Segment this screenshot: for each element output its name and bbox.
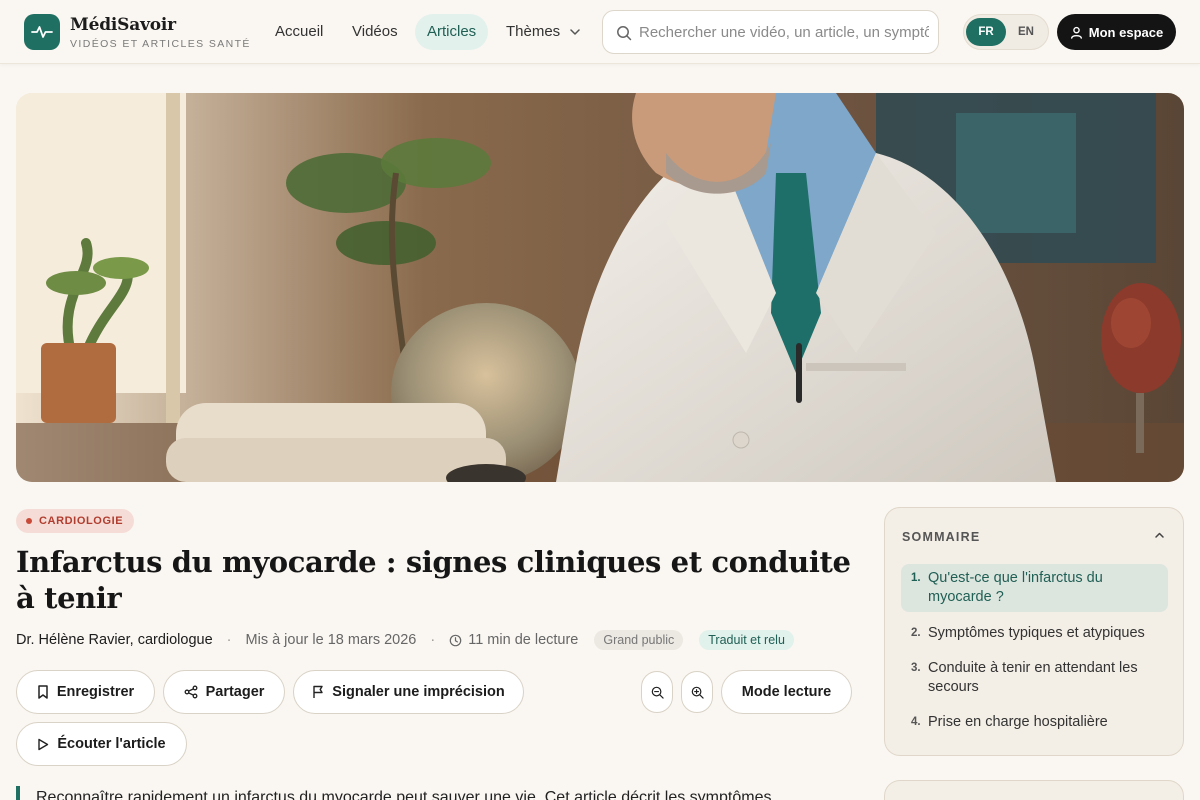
- toc-item-number: 1.: [911, 572, 921, 584]
- table-of-contents: SOMMAIRE 1. Qu'est-ce que l'infarctus du…: [884, 507, 1184, 756]
- updated-date: Mis à jour le 18 mars 2026: [245, 632, 417, 648]
- toc-item-number: 4.: [911, 716, 921, 728]
- search-input[interactable]: [639, 11, 929, 53]
- toc-item[interactable]: 2. Symptômes typiques et atypiques: [901, 619, 1168, 648]
- toc-item-number: 3.: [911, 662, 921, 674]
- nav-themes[interactable]: Thèmes: [494, 14, 592, 50]
- toc-heading: SOMMAIRE: [902, 530, 981, 544]
- bookmark-icon: [38, 685, 48, 699]
- category-label: CARDIOLOGIE: [39, 515, 124, 527]
- nav-videos[interactable]: Vidéos: [340, 14, 410, 50]
- article-title: Infarctus du myocarde : signes cliniques…: [16, 545, 851, 615]
- zoom-out-button[interactable]: [641, 671, 673, 713]
- brand-name[interactable]: MédiSavoir: [70, 15, 176, 35]
- toc-item-label: Symptômes typiques et atypiques: [928, 625, 1145, 641]
- user-icon: [1070, 26, 1082, 39]
- toc-item-label: Prise en charge hospitalière: [928, 714, 1108, 730]
- listen-button[interactable]: Écouter l'article: [16, 722, 187, 766]
- zoom-in-icon: [691, 686, 704, 699]
- report-button[interactable]: Signaler une imprécision: [293, 670, 524, 714]
- audience-pill: Grand public: [594, 630, 684, 650]
- top-header: MédiSavoir Vidéos et articles santé Accu…: [0, 0, 1200, 64]
- meta-separator: ·: [430, 632, 436, 648]
- nav-themes-label: Thèmes: [506, 23, 561, 40]
- article-intro: Reconnaître rapidement un infarctus du m…: [16, 786, 856, 800]
- hero-image: [16, 93, 1184, 482]
- category-dot: [26, 518, 32, 524]
- lang-en[interactable]: EN: [1006, 18, 1046, 46]
- account-button[interactable]: Mon espace: [1057, 14, 1176, 50]
- reading-mode-button[interactable]: Mode lecture: [721, 670, 852, 714]
- toc-item-label: Conduite à tenir en attendant les secour…: [928, 660, 1138, 695]
- author-name[interactable]: Dr. Hélène Ravier, cardiologue: [16, 632, 213, 648]
- save-label: Enregistrer: [56, 684, 135, 700]
- account-label: Mon espace: [1088, 24, 1164, 40]
- nav-articles[interactable]: Articles: [415, 14, 489, 50]
- play-icon: [38, 738, 49, 750]
- article-meta: Dr. Hélène Ravier, cardiologue · Mis à j…: [16, 629, 794, 651]
- toc-item-label: Qu'est-ce que l'infarctus du myocarde ?: [928, 570, 1103, 605]
- search-icon: [617, 26, 632, 41]
- flag-icon: [313, 685, 323, 698]
- zoom-in-button[interactable]: [681, 671, 713, 713]
- language-switch[interactable]: FR EN: [963, 14, 1049, 50]
- chevron-down-icon: [570, 29, 581, 35]
- toc-item[interactable]: 1. Qu'est-ce que l'infarctus du myocarde…: [901, 564, 1168, 612]
- sidebar-card: [884, 780, 1184, 800]
- share-label: Partager: [205, 684, 265, 700]
- nav-accueil[interactable]: Accueil: [263, 14, 335, 50]
- share-icon: [184, 685, 198, 699]
- translation-pill: Traduit et relu: [699, 630, 794, 650]
- toc-item[interactable]: 4. Prise en charge hospitalière: [901, 708, 1168, 737]
- lang-fr[interactable]: FR: [966, 18, 1006, 46]
- save-button[interactable]: Enregistrer: [16, 670, 155, 714]
- reading-time: 11 min de lecture: [449, 632, 578, 648]
- listen-label: Écouter l'article: [57, 736, 166, 752]
- clock-icon: [449, 634, 462, 646]
- meta-separator: ·: [226, 632, 232, 648]
- reading-time-label: 11 min de lecture: [468, 632, 579, 648]
- toc-item-number: 2.: [911, 627, 921, 639]
- logo-icon[interactable]: [24, 14, 60, 50]
- zoom-out-icon: [651, 686, 664, 699]
- report-label: Signaler une imprécision: [332, 684, 505, 700]
- chevron-up-icon[interactable]: [1154, 530, 1165, 541]
- toc-item[interactable]: 3. Conduite à tenir en attendant les sec…: [901, 654, 1168, 702]
- category-badge[interactable]: CARDIOLOGIE: [16, 509, 135, 533]
- search-box[interactable]: [602, 10, 939, 54]
- share-button[interactable]: Partager: [163, 670, 285, 714]
- brand-tagline: Vidéos et articles santé: [70, 38, 251, 50]
